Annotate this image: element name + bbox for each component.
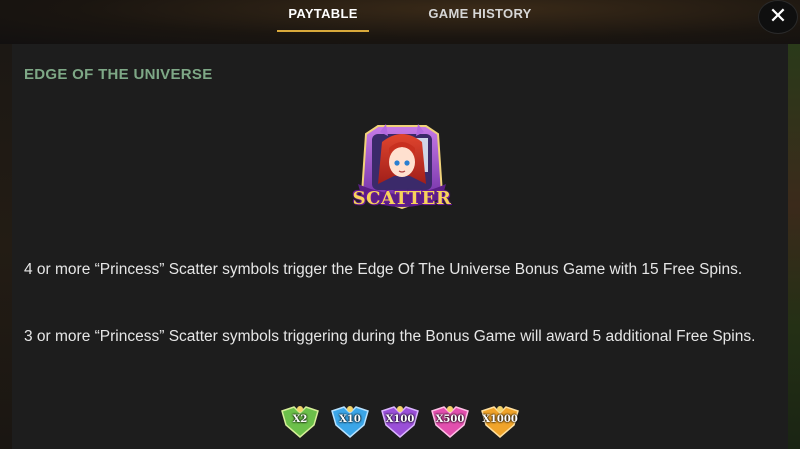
tab-paytable[interactable]: PAYTABLE	[277, 6, 369, 34]
multiplier-badge: X1000	[480, 401, 520, 441]
rule-paragraph-2: 3 or more “Princess” Scatter symbols tri…	[24, 328, 756, 345]
paytable-panel: EDGE OF THE UNIVERSE SCATTER 4 or more “…	[12, 44, 788, 449]
scatter-label: SCATTER	[352, 188, 452, 209]
multiplier-label: X1000	[482, 414, 518, 425]
multiplier-badge: X10	[330, 401, 370, 441]
background-right	[788, 44, 800, 449]
multiplier-badge: X500	[430, 401, 470, 441]
multiplier-label: X10	[339, 414, 361, 425]
multiplier-label: X100	[385, 414, 415, 425]
rule-paragraph-1: 4 or more “Princess” Scatter symbols tri…	[24, 261, 743, 278]
background-left	[0, 44, 12, 449]
tab-game-history[interactable]: GAME HISTORY	[410, 6, 550, 34]
tab-bar: PAYTABLE GAME HISTORY	[0, 0, 800, 38]
multiplier-badge: X2	[280, 401, 320, 441]
section-title: EDGE OF THE UNIVERSE	[24, 66, 213, 83]
close-icon: ✕	[768, 3, 788, 28]
multiplier-label: X500	[435, 414, 465, 425]
multiplier-label: X2	[292, 414, 308, 425]
multiplier-badge: X100	[380, 401, 420, 441]
close-button[interactable]: ✕	[758, 0, 798, 34]
